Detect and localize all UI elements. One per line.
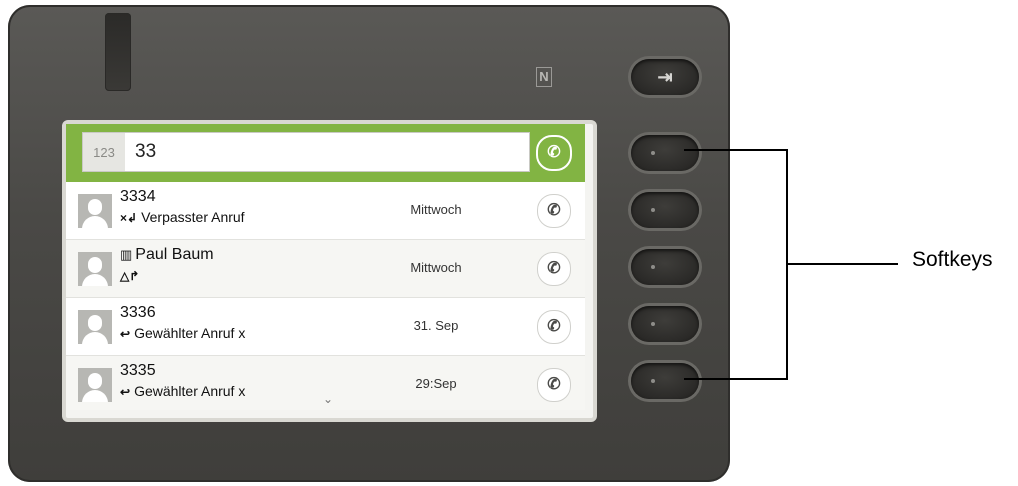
call-date: Mittwoch	[410, 260, 462, 275]
presence-status: △↱	[120, 267, 143, 283]
call-status: ×↲ Verpasster Anruf	[120, 209, 245, 225]
dial-input[interactable]: 123 33	[82, 132, 530, 172]
dial-bar: 123 33 ✆	[66, 124, 585, 182]
dial-call-button[interactable]: ✆	[536, 135, 572, 171]
contact-name-text: Paul Baum	[135, 246, 214, 263]
avatar	[78, 194, 112, 228]
callout-line	[684, 378, 788, 380]
dialed-call-icon: ↩	[120, 327, 131, 341]
call-button[interactable]: ✆	[537, 310, 571, 344]
call-status-text: Verpasster Anruf	[141, 209, 245, 225]
phone-icon: ✆	[547, 202, 561, 219]
avatar	[78, 252, 112, 286]
scroll-down-icon[interactable]: ⌄	[323, 392, 333, 406]
entered-digits: 33	[135, 141, 157, 162]
softkey-dot	[651, 379, 655, 383]
list-item[interactable]: 3336 ↩ Gewählter Anruf x 31. Sep ✆	[66, 298, 585, 356]
logout-button[interactable]: ⇥	[631, 59, 699, 95]
softkey-4[interactable]	[631, 306, 699, 342]
missed-call-icon: ×↲	[120, 211, 138, 225]
nfc-icon: N	[536, 67, 552, 87]
call-button[interactable]: ✆	[537, 194, 571, 228]
call-status-text: Gewählter Anruf x	[134, 383, 246, 399]
call-button[interactable]: ✆	[537, 368, 571, 402]
phone-icon: ✆	[547, 260, 561, 277]
contact-name: ▥ Paul Baum	[120, 246, 214, 264]
softkey-dot	[651, 151, 655, 155]
phone-icon: ✆	[547, 376, 561, 393]
list-item[interactable]: ▥ Paul Baum △↱ Mittwoch ✆	[66, 240, 585, 298]
display: 123 33 ✆ 3334 ×↲ Verpasster Anruf Mittwoc…	[66, 124, 585, 410]
callout-pointer	[786, 263, 898, 265]
softkey-2[interactable]	[631, 192, 699, 228]
avatar	[78, 368, 112, 402]
list-item[interactable]: 3334 ×↲ Verpasster Anruf Mittwoch ✆	[66, 182, 585, 240]
call-status-text: Gewählter Anruf x	[134, 325, 246, 341]
softkeys-label: Softkeys	[912, 248, 993, 271]
call-date: 31. Sep	[413, 318, 459, 333]
input-mode-label[interactable]: 123	[83, 133, 125, 171]
presence-icon: △↱	[120, 269, 140, 283]
call-date: Mittwoch	[410, 202, 462, 217]
dialed-call-icon: ↩	[120, 385, 131, 399]
call-button[interactable]: ✆	[537, 252, 571, 286]
phone-icon: ✆	[547, 144, 561, 161]
company-icon: ▥	[120, 247, 133, 262]
softkey-dot	[651, 265, 655, 269]
call-date: 29:Sep	[415, 376, 457, 391]
avatar	[78, 310, 112, 344]
handset-slot	[105, 13, 131, 91]
call-status: ↩ Gewählter Anruf x	[120, 383, 245, 399]
softkey-5[interactable]	[631, 363, 699, 399]
callout-line	[684, 149, 788, 151]
softkey-3[interactable]	[631, 249, 699, 285]
contact-name: 3334	[120, 188, 156, 205]
phone-icon: ✆	[547, 318, 561, 335]
call-status: ↩ Gewählter Anruf x	[120, 325, 245, 341]
softkey-1[interactable]	[631, 135, 699, 171]
softkey-dot	[651, 208, 655, 212]
contact-name: 3336	[120, 304, 156, 321]
contact-name: 3335	[120, 362, 156, 379]
logout-icon: ⇥	[657, 67, 673, 87]
softkey-dot	[651, 322, 655, 326]
